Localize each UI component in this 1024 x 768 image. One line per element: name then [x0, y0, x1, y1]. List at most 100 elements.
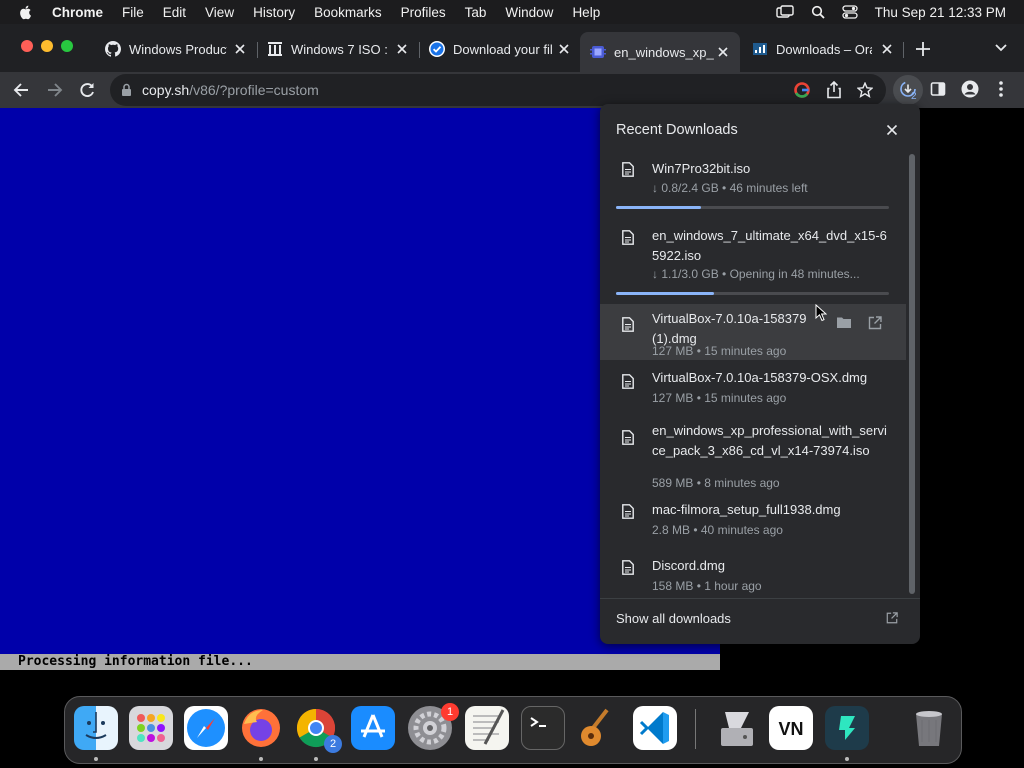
- macos-menu-bar: Chrome File Edit View History Bookmarks …: [0, 0, 1024, 24]
- tab-oracle-downloads[interactable]: Downloads – Ora: [752, 34, 894, 64]
- download-item[interactable]: Win7Pro32bit.iso ↓ 0.8/2.4 GB • 46 minut…: [600, 150, 906, 216]
- downloads-scrollbar[interactable]: [909, 154, 915, 594]
- tab-separator: [257, 42, 258, 58]
- profile-avatar-icon[interactable]: [961, 80, 979, 98]
- download-item[interactable]: VirtualBox-7.0.10a-158379 (1).dmg 127 MB…: [600, 304, 906, 360]
- bookmark-star-icon[interactable]: [857, 82, 873, 98]
- macos-dock: 2 1 VN: [64, 696, 962, 764]
- download-item[interactable]: en_windows_xp_professional_with_service_…: [600, 418, 906, 494]
- menu-app-name[interactable]: Chrome: [52, 5, 103, 20]
- side-panel-icon[interactable]: [930, 81, 946, 97]
- settings-update-badge: 1: [441, 703, 459, 721]
- tab-download-your-file[interactable]: Download your fil: [429, 34, 571, 64]
- show-all-downloads-link[interactable]: Show all downloads: [616, 611, 731, 626]
- terminal-icon[interactable]: [521, 706, 565, 750]
- tab-windows-7-iso[interactable]: Windows 7 ISO :: [267, 34, 409, 64]
- tab-en-windows-xp[interactable]: en_windows_xp_: [580, 32, 740, 72]
- download-progress-bar: [616, 292, 889, 295]
- tab-search-chevron-icon[interactable]: [994, 43, 1008, 53]
- menu-bar-clock[interactable]: Thu Sep 21 12:33 PM: [875, 5, 1006, 20]
- menu-view[interactable]: View: [205, 5, 234, 20]
- download-filename: en_windows_xp_professional_with_service_…: [652, 423, 887, 458]
- tab-label: Windows 7 ISO :: [291, 41, 388, 57]
- address-bar[interactable]: copy.sh/v86/?profile=custom: [110, 74, 886, 106]
- menu-bar-extras: Thu Sep 21 12:33 PM: [775, 0, 1006, 24]
- open-external-icon[interactable]: [886, 612, 898, 624]
- close-tab-icon[interactable]: [880, 42, 894, 56]
- launchpad-icon[interactable]: [129, 706, 173, 750]
- setup-status-text: Processing information file...: [18, 654, 253, 669]
- download-status: ↓ 1.1/3.0 GB • Opening in 48 minutes...: [652, 267, 860, 281]
- close-window-button[interactable]: [21, 40, 33, 52]
- reload-icon[interactable]: [77, 80, 97, 100]
- trash-icon[interactable]: [907, 706, 951, 750]
- downloads-button[interactable]: 2: [893, 75, 923, 105]
- close-tab-icon[interactable]: [233, 42, 247, 56]
- share-icon[interactable]: [826, 81, 842, 99]
- close-icon[interactable]: [885, 123, 899, 137]
- menu-help[interactable]: Help: [572, 5, 600, 20]
- filmora-icon[interactable]: [825, 706, 869, 750]
- download-progress-fill: [616, 292, 715, 295]
- download-status: ↓ 0.8/2.4 GB • 46 minutes left: [652, 181, 808, 195]
- close-tab-icon[interactable]: [557, 42, 571, 56]
- download-item[interactable]: en_windows_7_ultimate_x64_dvd_x15-65922.…: [600, 218, 906, 302]
- textedit-icon[interactable]: [465, 706, 509, 750]
- menu-window[interactable]: Window: [505, 5, 553, 20]
- menu-edit[interactable]: Edit: [163, 5, 186, 20]
- app-store-icon[interactable]: [351, 706, 395, 750]
- menu-file[interactable]: File: [122, 5, 144, 20]
- menu-profiles[interactable]: Profiles: [401, 5, 446, 20]
- close-tab-icon[interactable]: [716, 45, 730, 59]
- vscode-icon[interactable]: [633, 706, 677, 750]
- url-path: /v86/?profile=custom: [189, 82, 319, 98]
- file-icon: [622, 374, 634, 389]
- download-filename: en_windows_7_ultimate_x64_dvd_x15-65922.…: [652, 228, 887, 263]
- mouse-cursor-icon: [815, 304, 827, 322]
- running-indicator: [94, 757, 98, 761]
- menu-history[interactable]: History: [253, 5, 295, 20]
- google-lens-icon[interactable]: [794, 82, 810, 98]
- more-menu-icon[interactable]: [998, 80, 1004, 98]
- tab-label: en_windows_xp_: [614, 44, 714, 60]
- menu-tab[interactable]: Tab: [465, 5, 487, 20]
- file-icon: [622, 430, 634, 445]
- open-external-icon[interactable]: [868, 316, 882, 330]
- download-item[interactable]: mac-filmora_setup_full1938.dmg 2.8 MB • …: [600, 498, 906, 548]
- apple-icon[interactable]: [18, 4, 34, 20]
- close-tab-icon[interactable]: [395, 42, 409, 56]
- download-status: 2.8 MB • 40 minutes ago: [652, 523, 783, 537]
- tab-label: Windows Product: [129, 41, 227, 57]
- screen-mirroring-icon[interactable]: [775, 5, 794, 19]
- downloads-count-badge: 2: [911, 91, 917, 102]
- spotlight-search-icon[interactable]: [811, 5, 825, 19]
- tab-windows-product[interactable]: Windows Product: [105, 34, 247, 64]
- back-arrow-icon[interactable]: [12, 80, 32, 100]
- url-text[interactable]: copy.sh/v86/?profile=custom: [142, 82, 319, 98]
- zoom-window-button[interactable]: [61, 40, 73, 52]
- download-item[interactable]: Discord.dmg 158 MB • 1 hour ago: [600, 552, 906, 598]
- v86-icon: [590, 46, 606, 58]
- new-tab-plus-icon[interactable]: [915, 41, 931, 57]
- finder-icon[interactable]: [74, 706, 118, 750]
- download-filename: Win7Pro32bit.iso: [652, 161, 751, 176]
- safari-icon[interactable]: [184, 706, 228, 750]
- download-progress-fill: [616, 206, 701, 209]
- control-center-icon[interactable]: [842, 5, 858, 19]
- vnc-viewer-icon[interactable]: VN: [769, 706, 813, 750]
- lock-icon[interactable]: [121, 83, 132, 97]
- dock-separator: [695, 709, 696, 749]
- disk-utility-icon[interactable]: [715, 706, 759, 750]
- firefox-icon[interactable]: [239, 706, 283, 750]
- forward-arrow-icon[interactable]: [44, 80, 64, 100]
- folder-icon[interactable]: [836, 316, 852, 329]
- download-item[interactable]: VirtualBox-7.0.10a-158379-OSX.dmg 127 MB…: [600, 364, 906, 414]
- garageband-icon[interactable]: [577, 706, 621, 750]
- minimize-window-button[interactable]: [41, 40, 53, 52]
- download-status: 127 MB • 15 minutes ago: [652, 344, 787, 358]
- divider: [600, 598, 920, 599]
- menu-bookmarks[interactable]: Bookmarks: [314, 5, 382, 20]
- tab-separator: [419, 42, 420, 58]
- running-indicator: [845, 757, 849, 761]
- chrome-tab-strip: Windows Product Windows 7 ISO : Download…: [0, 24, 1024, 72]
